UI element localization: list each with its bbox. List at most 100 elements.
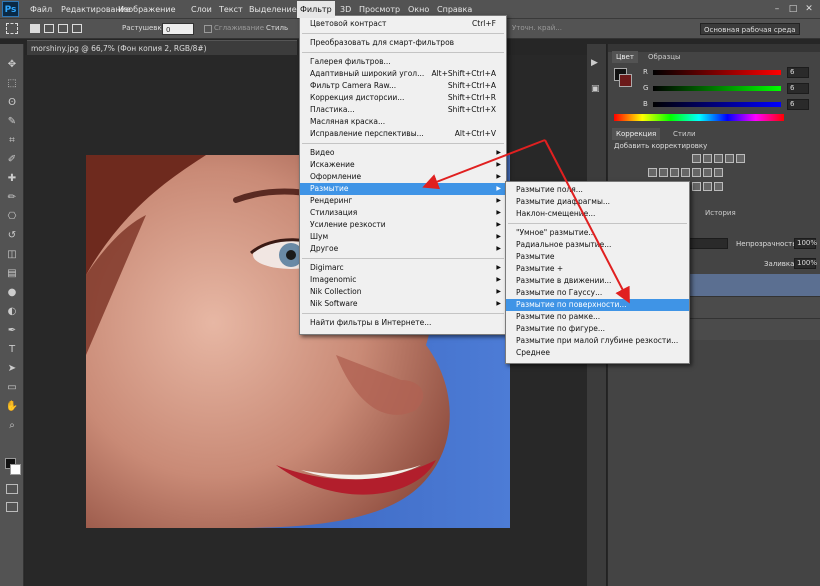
photo-filter-icon[interactable]	[681, 168, 690, 177]
hue-saturation-icon[interactable]	[648, 168, 657, 177]
exposure-icon[interactable]	[725, 154, 734, 163]
menu-item-преобразовать-для-смарт-фильтров[interactable]: Преобразовать для смарт-фильтров	[300, 37, 506, 49]
brightness-icon[interactable]	[692, 154, 701, 163]
vibrance-icon[interactable]	[736, 154, 745, 163]
antialias-checkbox[interactable]	[204, 25, 212, 33]
menu-window[interactable]: Окно	[405, 3, 432, 17]
menu-item-размытие-поля[interactable]: Размытие поля...	[506, 184, 689, 196]
channel-slider-g[interactable]	[653, 86, 781, 91]
channel-value-r[interactable]: 6	[787, 67, 809, 78]
menu-layers[interactable]: Слои	[188, 3, 215, 17]
menu-item-умное-размытие[interactable]: "Умное" размытие...	[506, 227, 689, 239]
play-icon[interactable]: ▶	[591, 58, 598, 68]
screen-mode-icon[interactable]	[6, 502, 18, 512]
menu-item-пластика[interactable]: Пластика... Shift+Ctrl+X	[300, 104, 506, 116]
lasso-tool-icon[interactable]: ʘ	[5, 96, 19, 109]
opacity-input[interactable]: 100%	[794, 238, 817, 249]
menu-item-исправление-перспективы[interactable]: Исправление перспективы... Alt+Ctrl+V	[300, 128, 506, 140]
menu-item-imagenomic[interactable]: Imagenomic ▶	[300, 274, 506, 286]
color-lookup-icon[interactable]	[703, 168, 712, 177]
color-background-swatch[interactable]	[619, 74, 632, 87]
background-color-swatch[interactable]	[10, 464, 21, 475]
menu-image[interactable]: Изображение	[115, 3, 179, 17]
curves-icon[interactable]	[714, 154, 723, 163]
menu-item-масляная-краска[interactable]: Масляная краска...	[300, 116, 506, 128]
menu-item-фильтр-camera-raw[interactable]: Фильтр Camera Raw... Shift+Ctrl+A	[300, 80, 506, 92]
crop-tool-icon[interactable]: ⌗	[5, 134, 19, 147]
panel-tab-panels-correction-tabs-0[interactable]: Коррекция	[612, 128, 661, 140]
shape-tool-icon[interactable]: ▭	[5, 381, 19, 394]
blur-tool-icon[interactable]: ●	[5, 286, 19, 299]
menu-view[interactable]: Просмотр	[356, 3, 403, 17]
minimize-button[interactable]: –	[770, 3, 784, 16]
hand-tool-icon[interactable]: ✋	[5, 400, 19, 413]
menu-item-оформление[interactable]: Оформление ▶	[300, 171, 506, 183]
menu-item-адаптивный-широкий-угол[interactable]: Адаптивный широкий угол... Alt+Shift+Ctrl…	[300, 68, 506, 80]
menu-item-размытие-диафрагмы[interactable]: Размытие диафрагмы...	[506, 196, 689, 208]
layer-row-selected[interactable]	[688, 274, 820, 296]
selection-mode-icons[interactable]	[30, 24, 90, 34]
menu-item-размытие-при-малой-глубине-резкости[interactable]: Размытие при малой глубине резкости...	[506, 335, 689, 347]
invert-icon[interactable]	[714, 168, 723, 177]
menu-item-nik-collection[interactable]: Nik Collection ▶	[300, 286, 506, 298]
gradient-map-icon[interactable]	[703, 182, 712, 191]
quick-mask-icon[interactable]	[6, 484, 18, 494]
threshold-icon[interactable]	[692, 182, 701, 191]
pen-tool-icon[interactable]: ✒	[5, 324, 19, 337]
quick-select-icon[interactable]: ✎	[5, 115, 19, 128]
color-spectrum-bar[interactable]	[614, 114, 784, 121]
dodge-tool-icon[interactable]: ◐	[5, 305, 19, 318]
panel-tab-panels-color-tabs-1[interactable]: Образцы	[644, 51, 685, 63]
menu-item-размытие[interactable]: Размытие ▶	[300, 183, 506, 195]
gradient-icon[interactable]: ▤	[5, 267, 19, 280]
menu-item-видео[interactable]: Видео ▶	[300, 147, 506, 159]
menu-item-цветовой-контраст[interactable]: Цветовой контраст Ctrl+F	[300, 18, 506, 30]
menu-filter[interactable]: Фильтр	[297, 1, 335, 18]
menu-item-искажение[interactable]: Искажение ▶	[300, 159, 506, 171]
marquee-tool-icon[interactable]: ⬚	[5, 77, 19, 90]
eraser-icon[interactable]: ◫	[5, 248, 19, 261]
close-button[interactable]: ✕	[802, 3, 816, 16]
menu-item-галерея-фильтров[interactable]: Галерея фильтров...	[300, 56, 506, 68]
channel-slider-b[interactable]	[653, 102, 781, 107]
blend-mode-select[interactable]	[688, 238, 728, 249]
levels-icon[interactable]	[703, 154, 712, 163]
selective-color-icon[interactable]	[714, 182, 723, 191]
menu-item-другое[interactable]: Другое ▶	[300, 243, 506, 255]
menu-item-размытие-по-гауссу[interactable]: Размытие по Гауссу...	[506, 287, 689, 299]
menu-item-коррекция-дисторсии[interactable]: Коррекция дисторсии... Shift+Ctrl+R	[300, 92, 506, 104]
menu-type[interactable]: Текст	[216, 3, 246, 17]
history-brush-icon[interactable]: ↺	[5, 229, 19, 242]
menu-item-размытие[interactable]: Размытие +	[506, 263, 689, 275]
move-tool-icon[interactable]: ✥	[5, 58, 19, 71]
workspace-select[interactable]: Основная рабочая среда	[700, 23, 800, 35]
brush-tool-icon[interactable]: ✏	[5, 191, 19, 204]
menu-item-шум[interactable]: Шум ▶	[300, 231, 506, 243]
clone-stamp-icon[interactable]: ⎔	[5, 210, 19, 223]
menu-item-размытие-по-фигуре[interactable]: Размытие по фигуре...	[506, 323, 689, 335]
menu-item-digimarc[interactable]: Digimarc ▶	[300, 262, 506, 274]
menu-item-размытие-в-движении[interactable]: Размытие в движении...	[506, 275, 689, 287]
layer-row[interactable]	[688, 296, 820, 318]
menu-item-наклон-смещение[interactable]: Наклон-смещение...	[506, 208, 689, 220]
channel-slider-r[interactable]	[653, 70, 781, 75]
healing-brush-icon[interactable]: ✚	[5, 172, 19, 185]
menu-select[interactable]: Выделение	[246, 3, 300, 17]
panel-tab-panels-layers-tabs-2[interactable]: История	[701, 207, 740, 219]
path-select-icon[interactable]: ➤	[5, 362, 19, 375]
menu-item-среднее[interactable]: Среднее	[506, 347, 689, 359]
layer-row[interactable]	[688, 318, 820, 340]
menu-3d[interactable]: 3D	[337, 3, 354, 17]
document-tab[interactable]: morshiny.jpg @ 66,7% (Фон копия 2, RGB/8…	[27, 40, 297, 55]
menu-item-nik-software[interactable]: Nik Software ▶	[300, 298, 506, 310]
feather-input[interactable]: 0 пикс.	[162, 23, 194, 46]
menu-help[interactable]: Справка	[434, 3, 475, 17]
panel-tab-panels-correction-tabs-1[interactable]: Стили	[669, 128, 700, 140]
eyedropper-icon[interactable]: ✐	[5, 153, 19, 166]
refine-edge-button[interactable]: Уточн. край...	[512, 24, 562, 32]
panel-tab-panels-color-tabs-0[interactable]: Цвет	[612, 51, 638, 63]
menu-item-размытие-по-рамке[interactable]: Размытие по рамке...	[506, 311, 689, 323]
type-tool-icon[interactable]: T	[5, 343, 19, 356]
brush-presets-icon[interactable]: ▣	[591, 84, 600, 94]
channel-value-b[interactable]: 6	[787, 99, 809, 110]
